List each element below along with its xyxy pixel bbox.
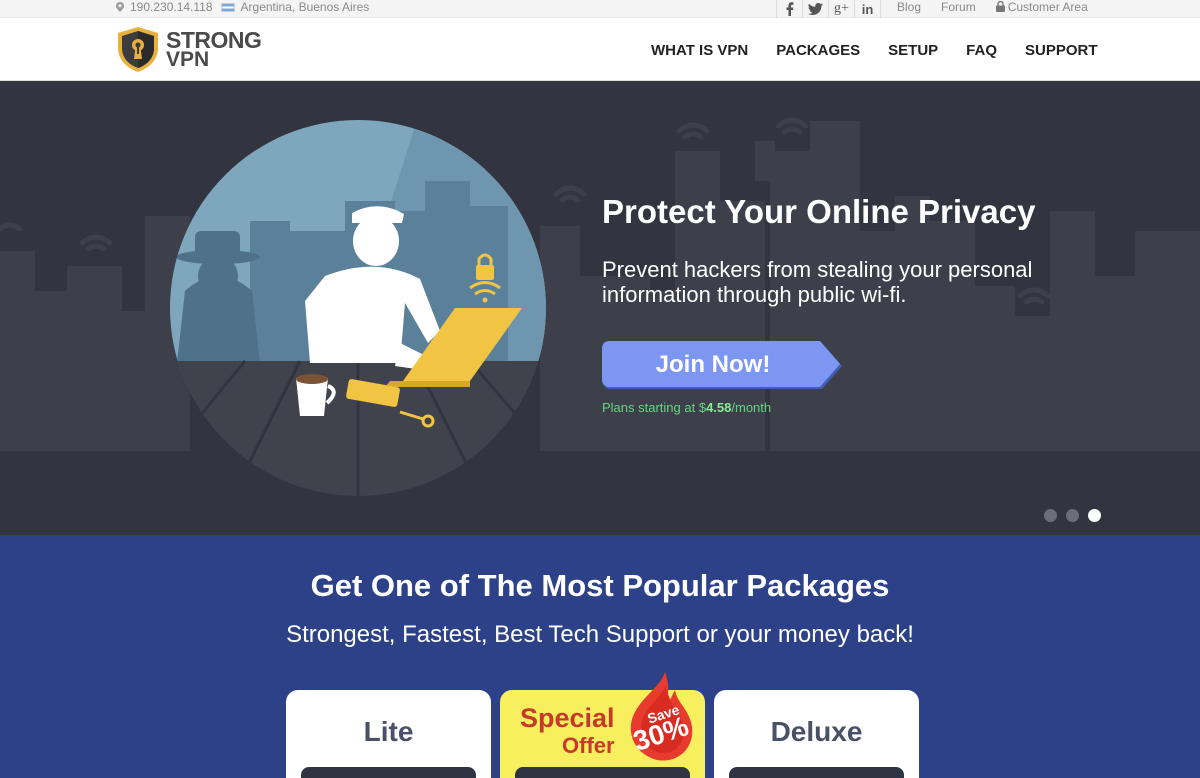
- ip-location: 190.230.14.118 Argentina, Buenos Aires: [116, 0, 369, 14]
- package-card-deluxe[interactable]: Deluxe: [714, 690, 919, 778]
- packages-title: Get One of The Most Popular Packages: [310, 568, 890, 603]
- offer-label: Offer: [562, 733, 615, 758]
- customer-area-link[interactable]: Customer Area: [995, 0, 1088, 14]
- plans-pricing: Plans starting at $4.58/month: [602, 400, 771, 415]
- packages-section: Get One of The Most Popular Packages Str…: [0, 535, 1200, 778]
- packages-subtitle: Strongest, Fastest, Best Tech Support or…: [286, 621, 914, 648]
- hero-title: Protect Your Online Privacy: [602, 193, 1036, 230]
- main-nav: WHAT IS VPN PACKAGES SETUP FAQ SUPPORT: [651, 42, 1098, 59]
- slider-dots: [1044, 509, 1101, 522]
- logo-line-strong: STRONG: [166, 26, 262, 53]
- google-plus-icon[interactable]: g+: [829, 0, 855, 18]
- nav-faq[interactable]: FAQ: [966, 42, 997, 59]
- top-bar: 190.230.14.118 Argentina, Buenos Aires g…: [0, 0, 1200, 18]
- google-plus-glyph: g+: [834, 1, 849, 16]
- hero-subtitle: Prevent hackers from stealing your perso…: [602, 257, 1033, 307]
- forum-link[interactable]: Forum: [941, 0, 976, 14]
- lock-icon: [995, 1, 1005, 12]
- save-30-flame-badge: Save 30%: [625, 672, 695, 762]
- blog-link[interactable]: Blog: [897, 0, 921, 14]
- package-card-special-offer[interactable]: Special Offer Save 30%: [500, 672, 705, 778]
- location-pin-icon: [116, 2, 124, 12]
- customer-area-label: Customer Area: [1007, 0, 1088, 14]
- slide-dot-2[interactable]: [1066, 509, 1079, 522]
- logo-line-vpn: VPN: [166, 47, 210, 71]
- twitter-icon[interactable]: [803, 0, 829, 18]
- nav-setup[interactable]: SETUP: [888, 42, 938, 59]
- city-skyline-illustration: [0, 117, 1200, 496]
- join-now-label: Join Now!: [655, 351, 771, 378]
- package-deluxe-bar: [729, 767, 904, 778]
- package-special-bar: [515, 767, 690, 778]
- top-links: Blog Forum Customer Area: [897, 0, 1088, 14]
- plans-prefix: Plans starting at $: [602, 400, 707, 415]
- nav-what-is-vpn[interactable]: WHAT IS VPN: [651, 42, 748, 59]
- shield-keyhole-icon: [118, 27, 158, 72]
- strongvpn-logo[interactable]: STRONG VPN: [116, 26, 262, 73]
- join-now-button[interactable]: Join Now!: [602, 341, 844, 391]
- package-name-deluxe: Deluxe: [770, 716, 863, 747]
- slide-dot-1[interactable]: [1044, 509, 1057, 522]
- slide-dot-3[interactable]: [1088, 509, 1101, 522]
- nav-support[interactable]: SUPPORT: [1025, 42, 1098, 59]
- argentina-flag-icon: [220, 2, 235, 12]
- nav-packages[interactable]: PACKAGES: [776, 42, 860, 59]
- logo-text: STRONG VPN: [166, 26, 262, 71]
- linkedin-icon[interactable]: in: [855, 0, 881, 18]
- plans-suffix: /month: [731, 400, 772, 415]
- ip-address: 190.230.14.118: [130, 0, 213, 14]
- package-lite-bar: [301, 767, 476, 778]
- social-links: g+ in: [776, 0, 881, 18]
- special-label: Special: [520, 703, 615, 733]
- site-header: STRONG VPN WHAT IS VPN PACKAGES SETUP FA…: [0, 18, 1200, 81]
- linkedin-glyph: in: [861, 1, 874, 17]
- package-card-lite[interactable]: Lite: [286, 690, 491, 778]
- location-text: Argentina, Buenos Aires: [240, 0, 370, 14]
- package-name-lite: Lite: [363, 716, 414, 747]
- hero-slider: Protect Your Online Privacy Prevent hack…: [0, 81, 1200, 535]
- facebook-icon[interactable]: [777, 0, 803, 18]
- plans-price: 4.58: [706, 400, 732, 415]
